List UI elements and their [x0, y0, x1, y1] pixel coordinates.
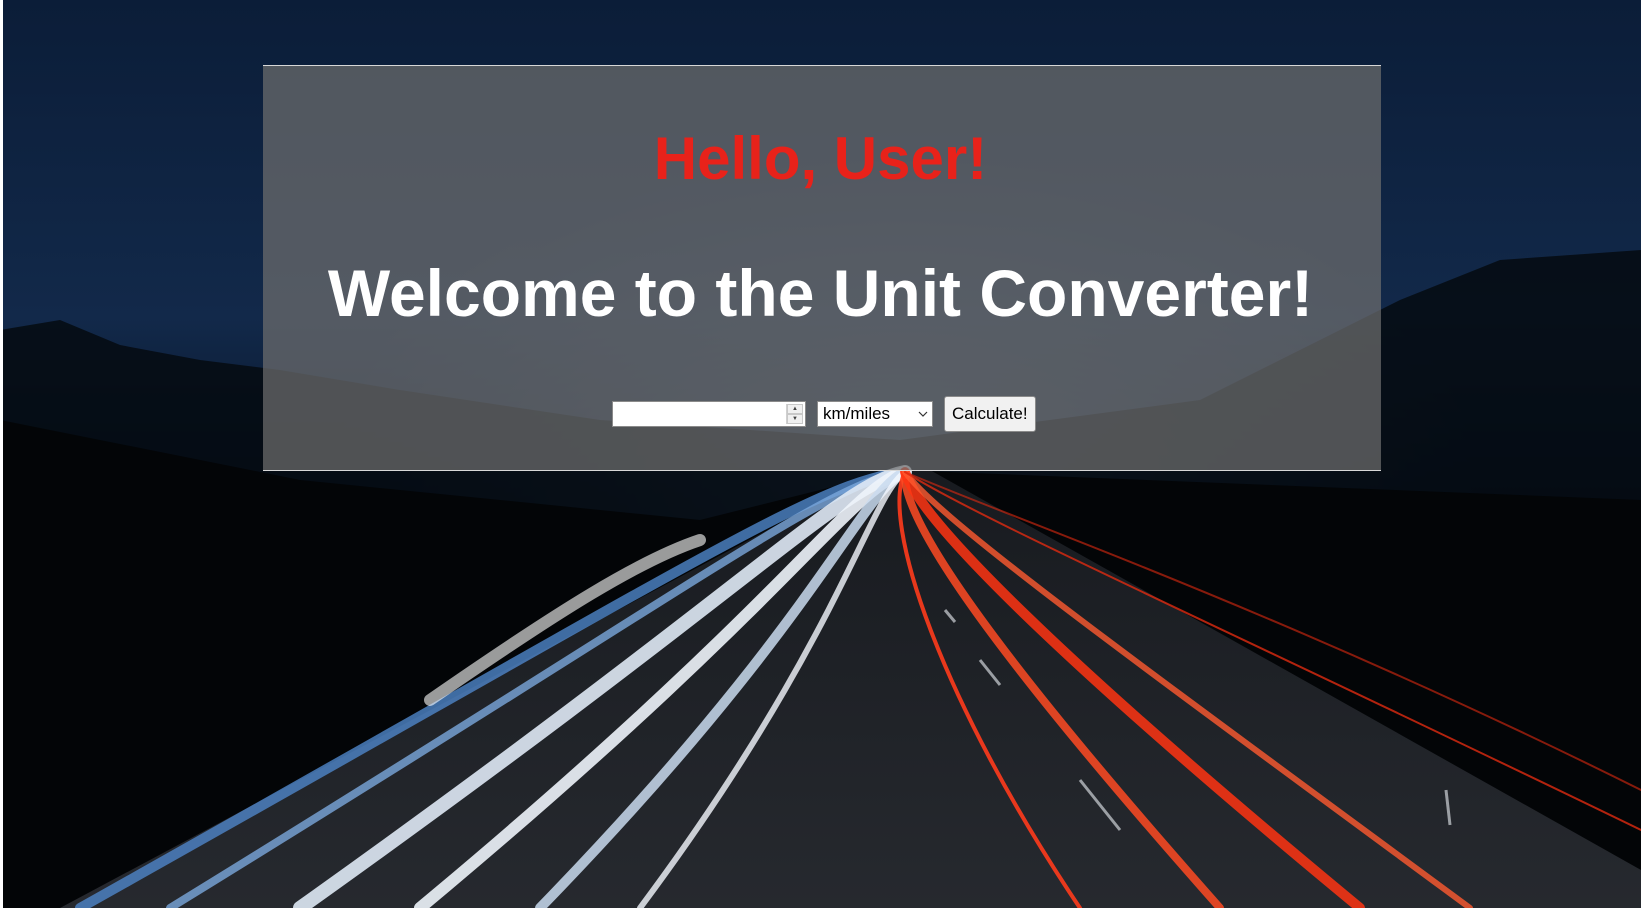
unit-select[interactable]: km/miles	[817, 401, 933, 427]
page-title: Welcome to the Unit Converter!	[327, 256, 1314, 330]
spin-down-icon[interactable]: ▼	[787, 414, 803, 424]
converter-form: ▲ ▼ km/miles Calculate!	[612, 396, 1036, 432]
number-input[interactable]	[613, 402, 783, 426]
page: Hello, User! Welcome to the Unit Convert…	[0, 0, 1641, 908]
chevron-down-icon	[918, 411, 928, 417]
spin-up-icon[interactable]: ▲	[787, 404, 803, 414]
unit-select-value: km/miles	[823, 404, 891, 423]
number-spinner[interactable]: ▲ ▼	[786, 404, 803, 424]
number-input-wrapper[interactable]: ▲ ▼	[612, 401, 806, 427]
greeting-heading: Hello, User!	[653, 125, 988, 192]
calculate-button[interactable]: Calculate!	[944, 396, 1036, 432]
